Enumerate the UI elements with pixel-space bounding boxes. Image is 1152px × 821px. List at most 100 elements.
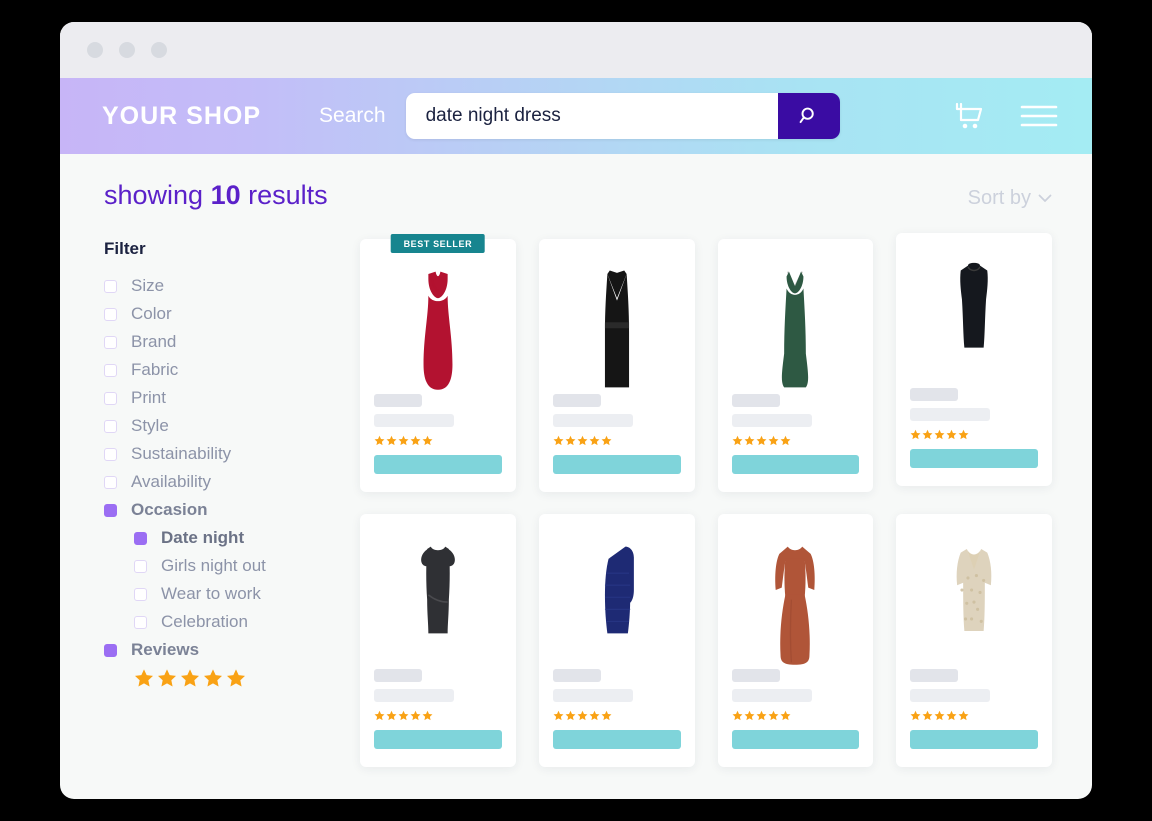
add-to-cart-button[interactable] (731, 730, 860, 749)
checkbox-icon[interactable] (104, 447, 117, 461)
product-star-rating[interactable] (553, 435, 681, 446)
star-icon (922, 710, 933, 721)
add-to-cart-button[interactable] (910, 730, 1038, 749)
checkbox-checked-icon[interactable] (104, 503, 117, 517)
filter-item-print[interactable]: Print (104, 384, 326, 412)
checkbox-icon[interactable] (104, 475, 117, 489)
star-icon (744, 710, 754, 721)
filter-item-label: Occasion (131, 500, 208, 519)
product-star-rating[interactable] (732, 710, 860, 721)
header-actions (954, 101, 1058, 131)
window-minimize-dot[interactable] (119, 42, 135, 58)
product-title-placeholder (374, 669, 422, 682)
checkbox-icon[interactable] (104, 363, 117, 377)
product-subtitle-placeholder (374, 414, 454, 427)
add-to-cart-button[interactable] (552, 730, 681, 749)
add-to-cart-button[interactable] (552, 455, 681, 474)
star-icon (204, 669, 222, 687)
checkbox-checked-icon[interactable] (104, 643, 117, 657)
product-card[interactable]: BEST SELLER (360, 234, 516, 492)
cart-button[interactable] (954, 101, 986, 131)
checkbox-icon[interactable] (104, 279, 117, 293)
filter-item-label: Brand (131, 332, 177, 351)
filter-item-sustainability[interactable]: Sustainability (104, 440, 326, 468)
checkbox-icon[interactable] (134, 587, 147, 601)
filter-item-style[interactable]: Style (104, 412, 326, 440)
add-to-cart-button[interactable] (910, 449, 1038, 468)
filter-item-label: Availability (131, 472, 212, 491)
checkbox-icon[interactable] (134, 615, 147, 629)
brand-logo[interactable]: YOUR SHOP (102, 102, 261, 131)
star-icon (422, 710, 433, 721)
reviews-star-rating[interactable] (104, 668, 326, 688)
filter-item-label: Girls night out (161, 556, 266, 575)
star-icon (565, 435, 576, 446)
search-label: Search (319, 104, 386, 127)
star-icon (958, 429, 969, 440)
star-icon (756, 435, 766, 446)
window-close-dot[interactable] (87, 42, 103, 58)
product-title-placeholder (910, 669, 959, 682)
product-title-placeholder (552, 669, 601, 682)
product-card[interactable] (538, 514, 695, 767)
product-subtitle-placeholder (374, 689, 454, 702)
add-to-cart-button[interactable] (374, 730, 502, 749)
checkbox-icon[interactable] (104, 335, 117, 349)
add-to-cart-button[interactable] (731, 455, 860, 474)
window-maximize-dot[interactable] (151, 42, 167, 58)
page-content: showing 10 results Sort by Filter Size Co… (60, 154, 1092, 767)
product-thumbnail (553, 255, 681, 394)
results-count-text: showing 10 results (104, 180, 328, 211)
filter-item-size[interactable]: Size (104, 272, 326, 300)
star-icon (398, 710, 409, 721)
filter-item-occasion[interactable]: Occasion (104, 496, 326, 524)
product-card[interactable] (896, 233, 1052, 486)
product-image (775, 546, 816, 665)
star-icon (756, 710, 766, 721)
product-thumbnail (732, 530, 860, 669)
filter-item-brand[interactable]: Brand (104, 328, 326, 356)
product-thumbnail (374, 530, 502, 669)
star-icon (227, 669, 245, 687)
filter-item-celebration[interactable]: Celebration (104, 608, 326, 636)
star-icon (780, 435, 790, 446)
filter-item-reviews[interactable]: Reviews (104, 636, 326, 664)
product-star-rating[interactable] (374, 710, 502, 721)
filter-item-girls-night-out[interactable]: Girls night out (104, 552, 326, 580)
search-input[interactable] (405, 93, 778, 139)
filter-item-fabric[interactable]: Fabric (104, 356, 326, 384)
sort-by-dropdown[interactable]: Sort by (968, 187, 1052, 210)
filter-item-wear-to-work[interactable]: Wear to work (104, 580, 326, 608)
product-card[interactable] (717, 239, 874, 492)
product-star-rating[interactable] (732, 435, 860, 446)
star-icon (553, 710, 564, 721)
filter-item-date-night[interactable]: Date night (104, 524, 326, 552)
checkbox-checked-icon[interactable] (134, 531, 147, 545)
product-star-rating[interactable] (553, 710, 681, 721)
star-icon (732, 710, 742, 721)
star-icon (601, 710, 612, 721)
menu-button[interactable] (1020, 103, 1058, 129)
product-star-rating[interactable] (374, 435, 502, 446)
product-card[interactable] (360, 514, 516, 767)
product-card[interactable] (896, 514, 1052, 767)
checkbox-icon[interactable] (134, 559, 147, 573)
checkbox-icon[interactable] (104, 307, 117, 321)
product-star-rating[interactable] (910, 710, 1038, 721)
product-card[interactable] (717, 514, 874, 767)
product-star-rating[interactable] (910, 429, 1038, 440)
star-icon (768, 710, 778, 721)
checkbox-icon[interactable] (104, 419, 117, 433)
product-card[interactable] (538, 239, 695, 492)
filter-item-color[interactable]: Color (104, 300, 326, 328)
product-thumbnail (910, 249, 1038, 388)
star-icon (158, 669, 176, 687)
add-to-cart-button[interactable] (374, 455, 502, 474)
search-submit-button[interactable] (777, 93, 840, 139)
results-suffix: results (248, 180, 328, 210)
star-icon (410, 435, 421, 446)
filter-item-availability[interactable]: Availability (104, 468, 326, 496)
star-icon (744, 435, 754, 446)
checkbox-icon[interactable] (104, 391, 117, 405)
results-header: showing 10 results Sort by (104, 180, 1052, 211)
